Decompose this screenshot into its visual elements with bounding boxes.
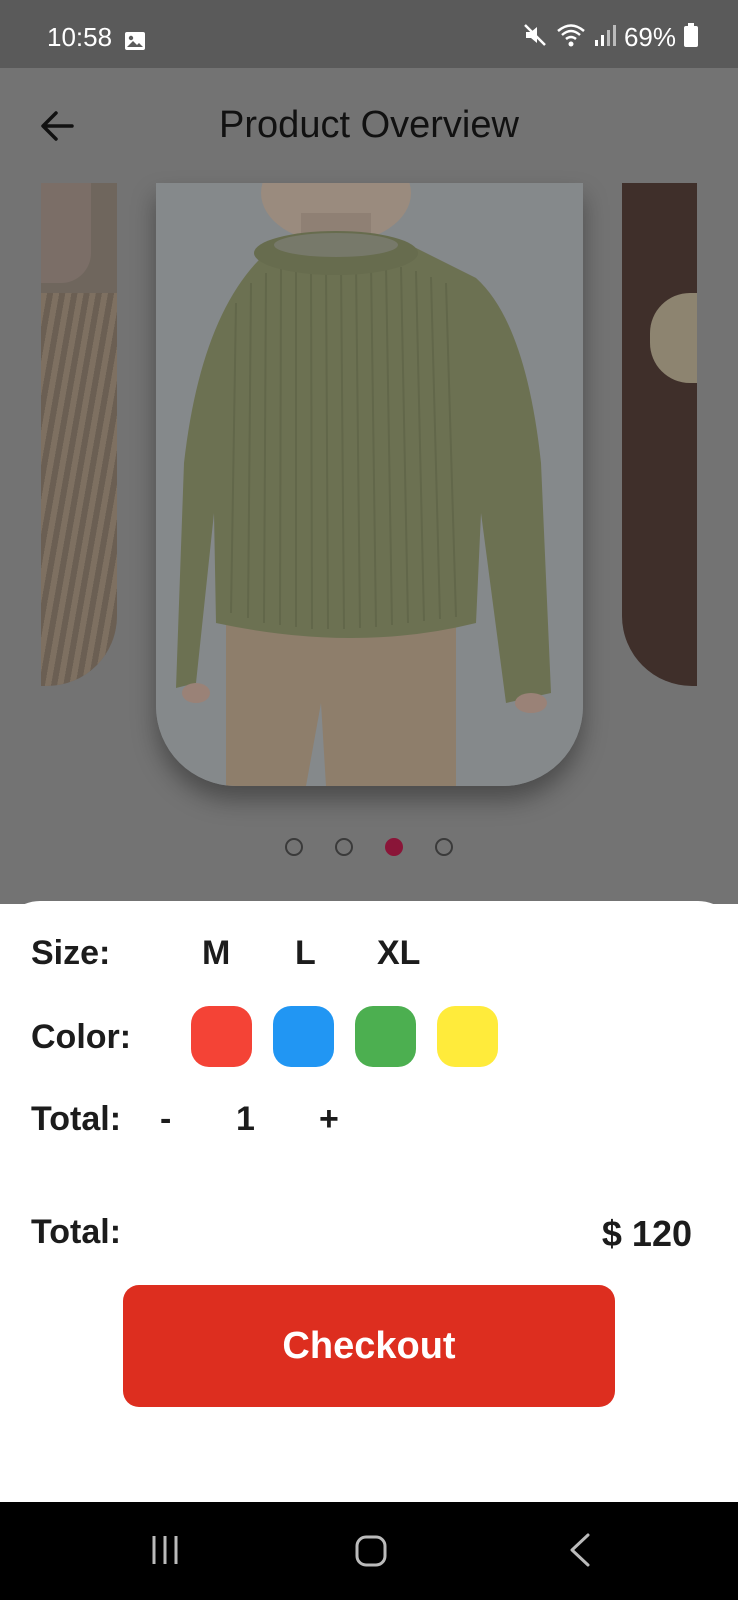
battery-icon: [684, 23, 698, 52]
sweater-photo: [156, 183, 583, 786]
color-swatch-red[interactable]: [191, 1006, 252, 1067]
size-option-xl[interactable]: XL: [377, 934, 420, 973]
wifi-icon: [556, 22, 586, 53]
status-time: 10:58: [47, 22, 113, 52]
carousel-dot[interactable]: [285, 838, 303, 856]
size-option-l[interactable]: L: [295, 934, 316, 973]
status-bar: 10:58 69%: [0, 0, 738, 68]
total-label: Total:: [31, 1213, 122, 1251]
carousel-dot[interactable]: [435, 838, 453, 856]
carousel-next-image[interactable]: [622, 183, 697, 686]
product-options-sheet: [0, 901, 738, 1501]
size-option-m[interactable]: M: [202, 934, 230, 973]
checkout-label: Checkout: [282, 1324, 456, 1367]
color-swatch-blue[interactable]: [273, 1006, 334, 1067]
carousel-dot-active[interactable]: [385, 838, 403, 856]
battery-percent: 69%: [623, 22, 676, 52]
carousel-dots: [0, 838, 738, 856]
checkout-button[interactable]: Checkout: [123, 1285, 615, 1407]
home-icon[interactable]: [354, 1534, 388, 1573]
signal-icon: [594, 23, 616, 52]
recent-apps-icon[interactable]: [148, 1532, 184, 1573]
increment-button[interactable]: +: [319, 1100, 339, 1139]
page-title: Product Overview: [219, 104, 519, 146]
color-swatch-green[interactable]: [355, 1006, 416, 1067]
total-price: $ 120: [601, 1213, 692, 1254]
carousel-dot[interactable]: [335, 838, 353, 856]
color-label: Color:: [31, 1018, 132, 1056]
back-icon[interactable]: [566, 1532, 594, 1573]
quantity-value: 1: [236, 1100, 255, 1138]
gallery-icon: [124, 31, 146, 56]
color-swatch-yellow[interactable]: [437, 1006, 498, 1067]
system-nav-bar: [0, 1502, 738, 1600]
decrement-button[interactable]: -: [160, 1100, 171, 1139]
carousel-prev-image[interactable]: [41, 183, 117, 686]
size-label: Size:: [31, 934, 111, 972]
status-icons: 69%: [522, 22, 698, 53]
product-image[interactable]: [156, 183, 583, 786]
mute-icon: [522, 22, 548, 53]
quantity-label: Total:: [31, 1100, 122, 1138]
